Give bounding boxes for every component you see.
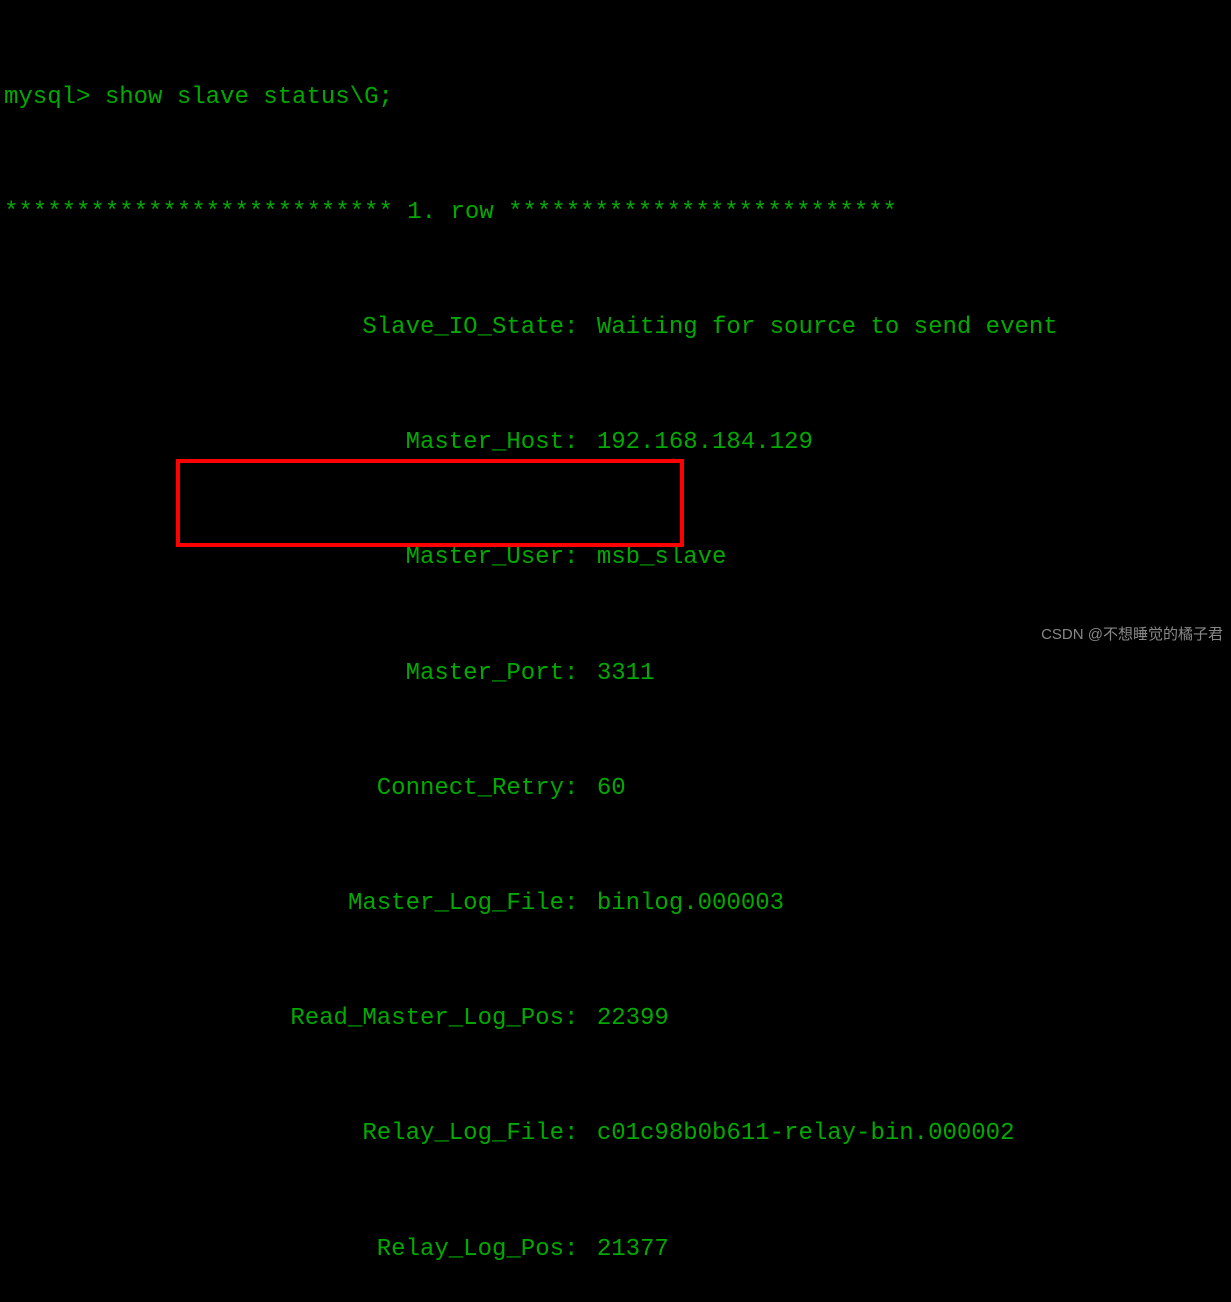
field-slave-io-state: Slave_IO_State: Waiting for source to se… <box>4 309 1231 347</box>
field-connect-retry: Connect_Retry: 60 <box>4 770 1231 808</box>
field-master-user: Master_User: msb_slave <box>4 539 1231 577</box>
row-separator: *************************** 1. row *****… <box>4 194 1231 232</box>
terminal-output: mysql> show slave status\G; ************… <box>0 0 1231 1302</box>
field-master-log-file: Master_Log_File: binlog.000003 <box>4 885 1231 923</box>
field-read-master-log-pos: Read_Master_Log_Pos: 22399 <box>4 1000 1231 1038</box>
field-relay-log-pos: Relay_Log_Pos: 21377 <box>4 1231 1231 1269</box>
field-master-host: Master_Host: 192.168.184.129 <box>4 424 1231 462</box>
command-line: mysql> show slave status\G; <box>4 79 1231 117</box>
field-master-port: Master_Port: 3311 <box>4 655 1231 693</box>
mysql-prompt: mysql> <box>4 84 105 111</box>
watermark-text: CSDN @不想睡觉的橘子君 <box>1041 623 1223 647</box>
command-text: show slave status\G; <box>105 84 393 111</box>
field-relay-log-file: Relay_Log_File: c01c98b0b611-relay-bin.0… <box>4 1115 1231 1153</box>
